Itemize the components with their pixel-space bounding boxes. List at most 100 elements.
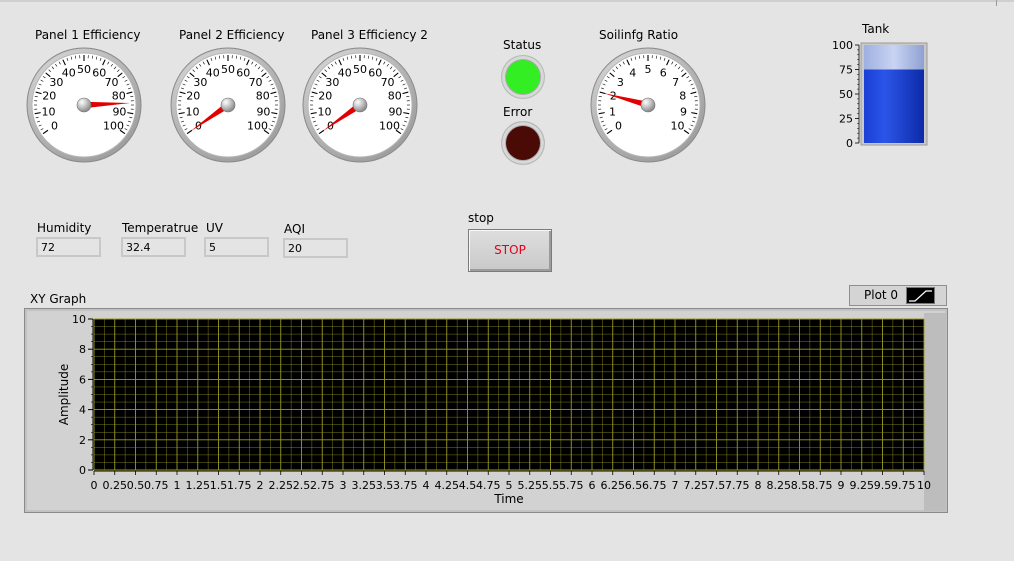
- gauge-tick-label: 0: [615, 120, 622, 133]
- tank-tick-label: 25: [839, 113, 853, 126]
- gauge-tick-label: 80: [388, 90, 402, 103]
- x-tick-label: 7.25: [684, 479, 709, 492]
- x-tick-label: 8.5: [791, 479, 809, 492]
- soiling-ratio-gauge[interactable]: 012345678910: [590, 47, 708, 165]
- stop-button[interactable]: STOP: [468, 229, 552, 272]
- window-edge-mark: [996, 0, 997, 6]
- gauge-tick-label: 6: [660, 66, 667, 79]
- gauge-dial: 012345678910: [590, 47, 706, 163]
- x-tick-label: 1: [174, 479, 181, 492]
- gauge-tick-label: 20: [318, 90, 332, 103]
- plot-legend[interactable]: Plot 0: [849, 285, 947, 306]
- gauge-tick-label: 7: [672, 76, 679, 89]
- x-tick-label: 0.25: [103, 479, 128, 492]
- gauge-tick-label: 50: [221, 63, 235, 76]
- panel3-efficiency-gauge[interactable]: 0102030405060708090100: [302, 47, 420, 165]
- x-tick-label: 8.75: [808, 479, 833, 492]
- gauge-tick-label: 70: [381, 76, 395, 89]
- aqi-value: 20: [288, 242, 302, 255]
- temperature-indicator: 32.4: [121, 237, 186, 257]
- y-tick-label: 10: [72, 313, 86, 326]
- gauge-tick-label: 10: [186, 105, 200, 118]
- gauge-label-panel1: Panel 1 Efficiency: [35, 28, 141, 42]
- aqi-label: AQI: [284, 222, 305, 236]
- gauge-tick-label: 4: [629, 66, 636, 79]
- gauge-tick-label: 10: [42, 105, 56, 118]
- humidity-label: Humidity: [37, 221, 92, 235]
- gauge-hub: [76, 97, 92, 113]
- x-tick-label: 2.5: [293, 479, 311, 492]
- panel1-efficiency-gauge[interactable]: 0 10 20 30 40 50 60 70 80 90 100: [26, 47, 144, 165]
- uv-value: 5: [209, 241, 216, 254]
- x-tick-label: 1.5: [210, 479, 228, 492]
- x-tick-label: 7.75: [725, 479, 750, 492]
- stop-caption: stop: [468, 211, 494, 225]
- gauge-tick-label: 20: [186, 90, 200, 103]
- x-tick-label: 9.5: [874, 479, 892, 492]
- tank-label: Tank: [862, 22, 890, 36]
- x-tick-label: 4.75: [476, 479, 501, 492]
- gauge-dial: 0102030405060708090100: [170, 47, 286, 163]
- humidity-indicator: 72: [36, 237, 101, 257]
- gauge-tick-label: 0: [51, 120, 58, 133]
- gauge-dial: 0102030405060708090100: [26, 47, 142, 163]
- y-tick-label: 2: [79, 434, 86, 447]
- gauge-tick-label: 100: [103, 120, 124, 133]
- panel2-efficiency-gauge[interactable]: 0102030405060708090100: [170, 47, 288, 165]
- gauge-label-panel3: Panel 3 Efficiency 2: [311, 28, 428, 42]
- error-label: Error: [503, 105, 533, 119]
- gauge-tick-label: 1: [609, 105, 616, 118]
- gauge-tick-label: 20: [42, 90, 56, 103]
- y-tick-label: 6: [79, 373, 86, 386]
- gauge-tick-label: 100: [379, 120, 400, 133]
- x-tick-label: 9.25: [850, 479, 875, 492]
- gauge-tick-label: 10: [318, 105, 332, 118]
- status-label: Status: [503, 38, 542, 52]
- tank-graphic: 100 75 50 25 0: [832, 39, 928, 150]
- gauge-tick-label: 90: [256, 105, 270, 118]
- x-tick-label: 2: [257, 479, 264, 492]
- gauge-tick-label: 100: [247, 120, 268, 133]
- gauge-hub: [640, 97, 656, 113]
- gauge-hub: [220, 97, 236, 113]
- gauge-tick-label: 3: [617, 76, 624, 89]
- gauge-tick-label: 70: [105, 76, 119, 89]
- error-led[interactable]: [502, 122, 544, 164]
- xy-graph-plot: 0 2 4 6 8 10 0 0.25 0.5 0.75 1 1.25 1.5 1.75 2 2.25 2.5 2…: [57, 313, 931, 506]
- gauge-tick-label: 90: [388, 105, 402, 118]
- x-tick-label: 9: [838, 479, 845, 492]
- tank-tick-label: 50: [839, 88, 853, 101]
- gauge-tick-label: 5: [645, 63, 652, 76]
- tank-indicator: 100 75 50 25 0: [826, 38, 930, 150]
- gauge-tick-label: 8: [679, 90, 686, 103]
- gauge-tick-label: 40: [338, 66, 352, 79]
- x-tick-label: 6.75: [642, 479, 667, 492]
- x-tick-label: 7: [672, 479, 679, 492]
- x-tick-label: 6: [589, 479, 596, 492]
- gauge-tick-label: 80: [256, 90, 270, 103]
- y-axis-title: Amplitude: [57, 364, 71, 426]
- x-tick-label: 5.25: [518, 479, 543, 492]
- x-tick-label: 9.75: [891, 479, 916, 492]
- temperature-value: 32.4: [126, 241, 151, 254]
- x-tick-label: 3.5: [376, 479, 394, 492]
- y-tick-label: 4: [79, 404, 86, 417]
- gauge-tick-label: 40: [206, 66, 220, 79]
- x-tick-label: 4.5: [459, 479, 477, 492]
- temperature-label: Temperatrue: [122, 221, 199, 235]
- gauge-tick-label: 10: [670, 120, 684, 133]
- x-tick-label: 6.5: [625, 479, 643, 492]
- status-led[interactable]: [502, 56, 544, 98]
- aqi-indicator: 20: [283, 238, 348, 258]
- gauge-tick-label: 70: [249, 76, 263, 89]
- x-tick-label: 0: [91, 479, 98, 492]
- uv-label: UV: [206, 221, 223, 235]
- gauge-dial: 0102030405060708090100: [302, 47, 418, 163]
- gauge-tick-label: 90: [112, 105, 126, 118]
- gauge-hub: [352, 97, 368, 113]
- gauge-label-panel2: Panel 2 Efficiency: [179, 28, 285, 42]
- x-tick-label: 2.25: [269, 479, 294, 492]
- legend-line-icon: [909, 290, 932, 302]
- x-tick-label: 10: [917, 479, 931, 492]
- x-tick-label: 8: [755, 479, 762, 492]
